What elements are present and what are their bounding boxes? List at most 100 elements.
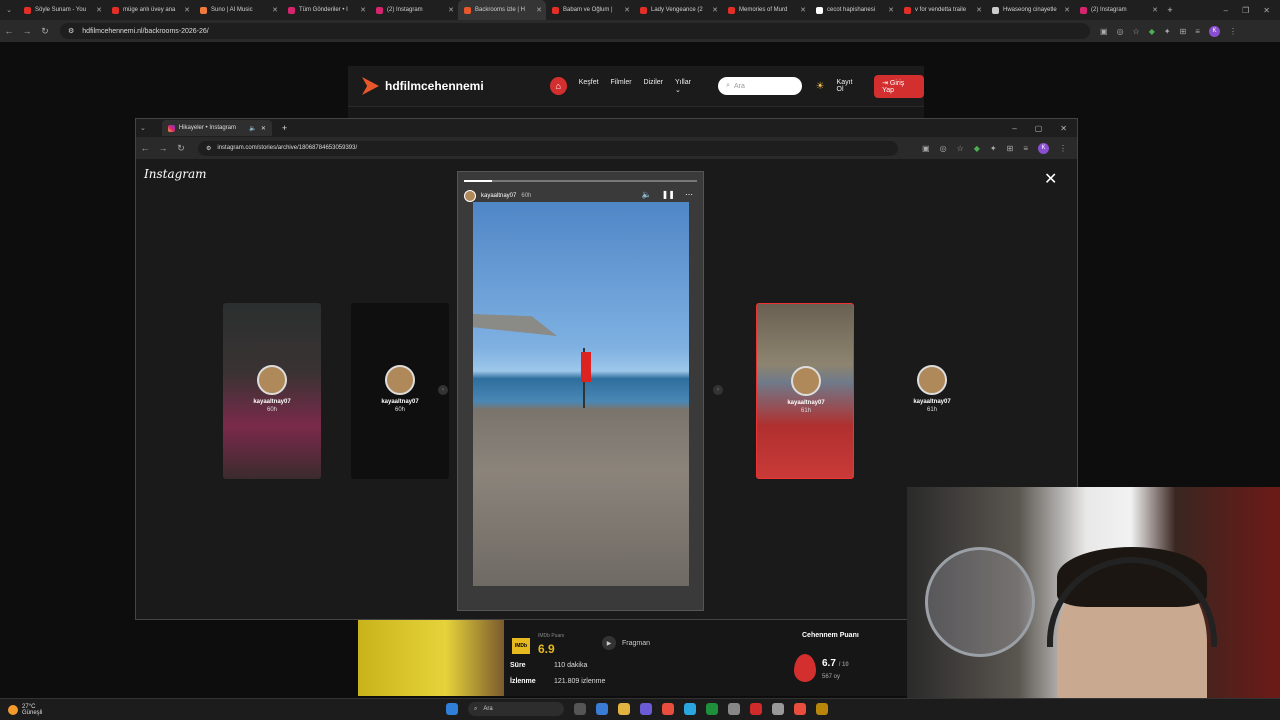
popup-maximize-icon[interactable]: ▢ — [1035, 124, 1043, 133]
install-icon[interactable]: ▣ — [1100, 27, 1108, 36]
back-icon[interactable]: ← — [0, 26, 18, 36]
popup-tab[interactable]: Hikayeler • Instagram 🔈 ✕ — [161, 120, 272, 136]
popup-reload-icon[interactable]: ↻ — [172, 143, 190, 154]
file-explorer-icon[interactable] — [618, 703, 630, 715]
app-red-icon[interactable] — [750, 703, 762, 715]
weather-widget[interactable]: 27°C Güneşli — [0, 704, 42, 716]
tab-close-icon[interactable]: ✕ — [184, 6, 190, 14]
popup-new-tab-button[interactable]: + — [282, 123, 287, 133]
popup-shield-icon[interactable]: ◆ — [974, 144, 980, 153]
tab-close-icon[interactable]: ✕ — [976, 6, 982, 14]
side-story-3[interactable]: kayaaltnay07 61h — [756, 303, 854, 479]
active-story[interactable]: kayaaltnay07 60h 🔈 ❚❚ ⋯ — [457, 171, 704, 611]
browser-tab[interactable]: Söyle Sunam - You ✕ — [18, 0, 106, 20]
nav-diziler[interactable]: Diziler — [644, 79, 663, 94]
story-owner-avatar[interactable] — [464, 190, 476, 202]
site-search-input[interactable]: ⌕ Ara — [718, 77, 802, 95]
reload-icon[interactable]: ↻ — [36, 26, 54, 37]
browser-tab[interactable]: (2) Instagram ✕ — [370, 0, 458, 20]
minimize-icon[interactable]: – — [1224, 6, 1228, 15]
close-icon[interactable]: ✕ — [1263, 6, 1270, 15]
theme-toggle-icon[interactable]: ☀ — [816, 81, 825, 92]
media-icon[interactable]: ≡ — [1195, 27, 1200, 36]
url-field[interactable]: ⚙ hdfilmcehennemi.nl/backrooms-2026-26/ — [60, 23, 1090, 39]
popup-site-info-icon[interactable]: ⚙ — [206, 145, 211, 152]
store-icon[interactable] — [596, 703, 608, 715]
browser-tab[interactable]: cecot hapishanesi ✕ — [810, 0, 898, 20]
app-yellow-icon[interactable] — [816, 703, 828, 715]
xbox-icon[interactable] — [706, 703, 718, 715]
new-tab-button[interactable]: + — [1162, 5, 1178, 15]
popup-close-icon[interactable]: ✕ — [1060, 124, 1067, 133]
tab-close-icon[interactable]: ✕ — [272, 6, 278, 14]
story-owner-username[interactable]: kayaaltnay07 — [481, 193, 516, 199]
popup-media-icon[interactable]: ≡ — [1023, 144, 1028, 153]
menu-icon[interactable]: ⋮ — [1229, 27, 1237, 36]
maximize-icon[interactable]: ❐ — [1242, 6, 1249, 15]
browser-tab[interactable]: Babam ve Oğlum | ✕ — [546, 0, 634, 20]
taskbar-search[interactable]: ⌕ Ara — [468, 702, 564, 716]
popup-star-icon[interactable]: ☆ — [957, 144, 964, 153]
browser-tab[interactable]: Suno | AI Music ✕ — [194, 0, 282, 20]
eye-off-icon[interactable]: ◎ — [1117, 27, 1124, 36]
task-view-icon[interactable] — [574, 703, 586, 715]
popup-puzzle-icon[interactable]: ⊞ — [1007, 144, 1014, 153]
app-gear-icon[interactable] — [772, 703, 784, 715]
register-link[interactable]: Kayıt Ol — [837, 79, 861, 93]
discord-icon[interactable] — [640, 703, 652, 715]
bookmark-star-icon[interactable]: ☆ — [1133, 27, 1140, 36]
tab-close-icon[interactable]: ✕ — [96, 6, 102, 14]
browser-tab[interactable]: müge anlı üvey ana ✕ — [106, 0, 194, 20]
puzzle-icon[interactable]: ⊞ — [1180, 27, 1187, 36]
nav-yillar[interactable]: Yıllar ⌄ — [675, 79, 692, 94]
more-options-icon[interactable]: ⋯ — [685, 190, 693, 199]
start-icon[interactable] — [446, 703, 458, 715]
popup-forward-icon[interactable]: → — [154, 143, 172, 153]
browser-tab[interactable]: (2) Instagram ✕ — [1074, 0, 1162, 20]
tab-close-icon[interactable]: ✕ — [800, 6, 806, 14]
extension-icon[interactable]: ✦ — [1164, 27, 1171, 36]
tab-close-icon[interactable]: ✕ — [360, 6, 366, 14]
tab-close-icon[interactable]: ✕ — [536, 6, 542, 14]
popup-tab-close-icon[interactable]: ✕ — [261, 125, 266, 132]
site-brand[interactable]: hdfilmcehennemi — [385, 79, 484, 93]
audio-icon[interactable]: 🔈 — [249, 125, 256, 132]
tab-close-icon[interactable]: ✕ — [624, 6, 630, 14]
popup-menu-icon[interactable]: ⋮ — [1059, 144, 1067, 153]
tab-list-icon[interactable]: ⌄ — [0, 6, 18, 14]
popup-tab-list-icon[interactable]: ⌄ — [140, 124, 146, 132]
chrome-icon[interactable] — [662, 703, 674, 715]
popup-back-icon[interactable]: ← — [136, 143, 154, 153]
chrome-2-icon[interactable] — [794, 703, 806, 715]
popup-minimize-icon[interactable]: – — [1012, 124, 1016, 133]
tab-close-icon[interactable]: ✕ — [1064, 6, 1070, 14]
side-story-1[interactable]: kayaaltnay07 60h — [223, 303, 321, 479]
settings-icon[interactable] — [728, 703, 740, 715]
browser-tab[interactable]: Lady Vengeance (2 ✕ — [634, 0, 722, 20]
nav-kesfet[interactable]: Keşfet — [579, 79, 599, 94]
forward-icon[interactable]: → — [18, 26, 36, 36]
mute-icon[interactable]: 🔈 — [642, 190, 652, 199]
site-info-icon[interactable]: ⚙ — [68, 27, 74, 35]
telegram-icon[interactable] — [684, 703, 696, 715]
tab-close-icon[interactable]: ✕ — [888, 6, 894, 14]
site-logo-icon[interactable] — [362, 77, 379, 95]
popup-eye-off-icon[interactable]: ◎ — [940, 144, 947, 153]
prev-story-arrow-icon[interactable]: ‹ — [438, 385, 448, 395]
login-button[interactable]: ⇥ Giriş Yap — [874, 74, 925, 98]
trailer-button[interactable]: ▶ Fragman — [602, 636, 650, 650]
tab-close-icon[interactable]: ✕ — [1152, 6, 1158, 14]
popup-url-field[interactable]: ⚙ instagram.com/stories/archive/18068784… — [198, 140, 898, 156]
pause-icon[interactable]: ❚❚ — [662, 190, 675, 199]
home-button[interactable]: ⌂ — [549, 77, 567, 95]
browser-tab[interactable]: Hwaseong cinayetle ✕ — [986, 0, 1074, 20]
browser-tab[interactable]: Backrooms izle | H ✕ — [458, 0, 546, 20]
tab-close-icon[interactable]: ✕ — [448, 6, 454, 14]
tab-close-icon[interactable]: ✕ — [712, 6, 718, 14]
browser-tab[interactable]: Tüm Gönderiler • I ✕ — [282, 0, 370, 20]
side-story-2[interactable]: kayaaltnay07 60h — [351, 303, 449, 479]
popup-extension-icon[interactable]: ✦ — [990, 144, 997, 153]
browser-tab[interactable]: Memories of Murd ✕ — [722, 0, 810, 20]
story-close-icon[interactable]: ✕ — [1044, 169, 1057, 189]
side-story-4[interactable]: kayaaltnay07 61h — [883, 303, 981, 479]
